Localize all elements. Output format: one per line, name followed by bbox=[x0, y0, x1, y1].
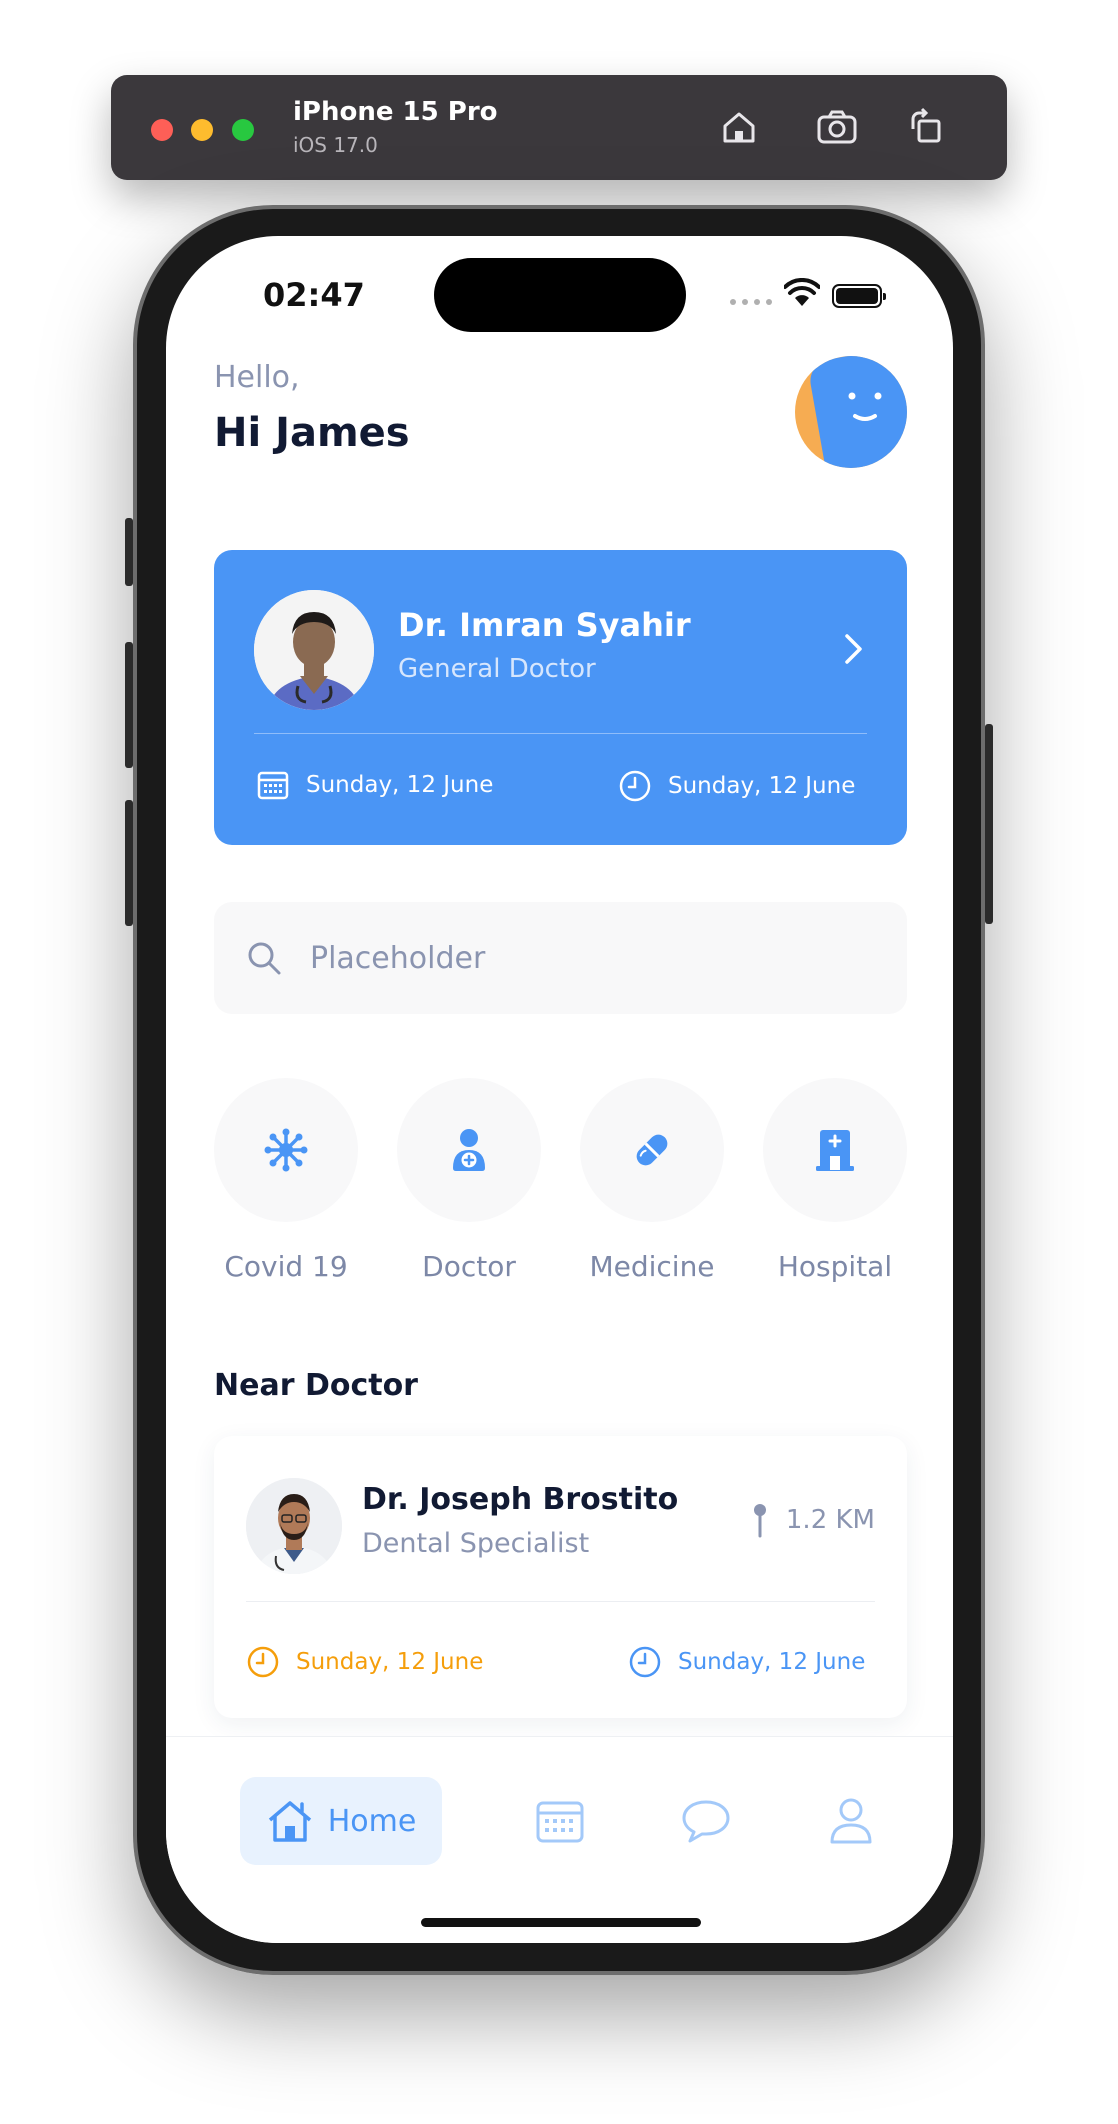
volume-up-button bbox=[125, 642, 133, 768]
category-covid19-button[interactable] bbox=[214, 1078, 358, 1222]
search-input[interactable] bbox=[310, 902, 870, 1014]
chevron-right-icon[interactable] bbox=[842, 632, 866, 666]
home-icon bbox=[723, 112, 755, 143]
simulator-toolbar: iPhone 15 Pro iOS 17.0 bbox=[111, 75, 1007, 180]
tab-schedule[interactable] bbox=[516, 1777, 604, 1865]
appointment-doctor-name: Dr. Imran Syahir bbox=[398, 606, 691, 644]
close-window-button[interactable] bbox=[151, 119, 173, 141]
near-doctor-time-right: Sunday, 12 June bbox=[628, 1645, 865, 1679]
home-indicator bbox=[421, 1918, 701, 1927]
zoom-window-button[interactable] bbox=[232, 119, 254, 141]
near-doctor-time-left-label: Sunday, 12 June bbox=[296, 1649, 484, 1675]
wifi-icon bbox=[784, 278, 820, 306]
greeting-hello: Hello, bbox=[214, 360, 300, 395]
pill-icon bbox=[636, 1134, 668, 1166]
appointment-date-label: Sunday, 12 June bbox=[306, 772, 494, 798]
category-covid19[interactable]: Covid 19 bbox=[214, 1078, 358, 1283]
tab-home[interactable]: Home bbox=[240, 1777, 442, 1865]
action-button bbox=[125, 518, 133, 586]
clock-icon bbox=[619, 770, 651, 802]
camera-icon bbox=[817, 110, 857, 144]
near-doctor-title: Near Doctor bbox=[214, 1368, 418, 1403]
simulator-os-version: iOS 17.0 bbox=[293, 133, 378, 157]
category-hospital[interactable]: Hospital bbox=[763, 1078, 907, 1283]
clock-icon bbox=[629, 1646, 661, 1678]
near-doctor-photo bbox=[246, 1478, 342, 1574]
tab-messages[interactable] bbox=[662, 1777, 750, 1865]
bottom-tab-bar: Home bbox=[166, 1736, 953, 1943]
app-screen: 02:47 Hello, Hi James Dr. Imran Syahir G… bbox=[166, 236, 953, 1943]
near-doctor-time-left: Sunday, 12 June bbox=[246, 1645, 483, 1679]
doctor-icon bbox=[453, 1129, 485, 1171]
greeting-name: Hi James bbox=[214, 410, 410, 456]
search-icon bbox=[248, 942, 281, 975]
appointment-card[interactable]: Dr. Imran Syahir General Doctor Sunday, … bbox=[214, 550, 907, 845]
user-avatar[interactable] bbox=[795, 356, 907, 468]
near-doctor-specialty: Dental Specialist bbox=[362, 1528, 590, 1559]
battery-icon bbox=[832, 284, 886, 308]
chat-bubble-icon bbox=[682, 1800, 730, 1843]
near-doctor-divider bbox=[246, 1601, 875, 1602]
screenshot-button[interactable] bbox=[813, 103, 861, 151]
category-doctor[interactable]: Doctor bbox=[397, 1078, 541, 1283]
search-bar[interactable] bbox=[214, 902, 907, 1014]
category-covid19-label: Covid 19 bbox=[224, 1250, 348, 1283]
near-doctor-distance-label: 1.2 KM bbox=[785, 1505, 875, 1535]
near-doctor-name: Dr. Joseph Brostito bbox=[362, 1482, 679, 1517]
virus-icon bbox=[264, 1128, 308, 1172]
category-medicine-button[interactable] bbox=[580, 1078, 724, 1222]
appointment-time: Sunday, 12 June bbox=[618, 769, 855, 803]
home-button[interactable] bbox=[715, 103, 763, 151]
calendar-icon bbox=[536, 1801, 584, 1843]
location-pin-icon bbox=[753, 1504, 766, 1538]
rotate-icon bbox=[911, 107, 941, 143]
status-time: 02:47 bbox=[263, 276, 365, 314]
calendar-icon bbox=[257, 771, 289, 800]
volume-down-button bbox=[125, 800, 133, 926]
appointment-time-label: Sunday, 12 June bbox=[668, 773, 856, 799]
rotate-button[interactable] bbox=[903, 103, 951, 151]
clock-icon bbox=[247, 1646, 279, 1678]
category-medicine[interactable]: Medicine bbox=[580, 1078, 724, 1283]
simulator-device-name: iPhone 15 Pro bbox=[293, 97, 498, 127]
doctor-photo bbox=[254, 590, 374, 710]
appointment-date: Sunday, 12 June bbox=[256, 769, 493, 801]
tab-profile[interactable] bbox=[807, 1777, 895, 1865]
tab-home-label: Home bbox=[327, 1803, 417, 1839]
hospital-icon bbox=[816, 1130, 854, 1171]
smile-icon bbox=[848, 392, 882, 421]
near-doctor-time-right-label: Sunday, 12 June bbox=[678, 1649, 866, 1675]
category-medicine-label: Medicine bbox=[589, 1250, 715, 1283]
near-doctor-card[interactable]: Dr. Joseph Brostito Dental Specialist 1.… bbox=[214, 1436, 907, 1718]
category-doctor-button[interactable] bbox=[397, 1078, 541, 1222]
power-button bbox=[985, 724, 993, 924]
category-doctor-label: Doctor bbox=[422, 1250, 516, 1283]
home-icon bbox=[268, 1801, 311, 1842]
minimize-window-button[interactable] bbox=[191, 119, 213, 141]
near-doctor-distance: 1.2 KM bbox=[752, 1502, 875, 1538]
appointment-divider bbox=[254, 733, 867, 734]
category-hospital-button[interactable] bbox=[763, 1078, 907, 1222]
dynamic-island bbox=[434, 258, 686, 332]
user-icon bbox=[830, 1798, 872, 1844]
category-hospital-label: Hospital bbox=[777, 1250, 893, 1283]
cellular-signal-icon bbox=[730, 299, 772, 305]
appointment-doctor-role: General Doctor bbox=[398, 654, 596, 684]
